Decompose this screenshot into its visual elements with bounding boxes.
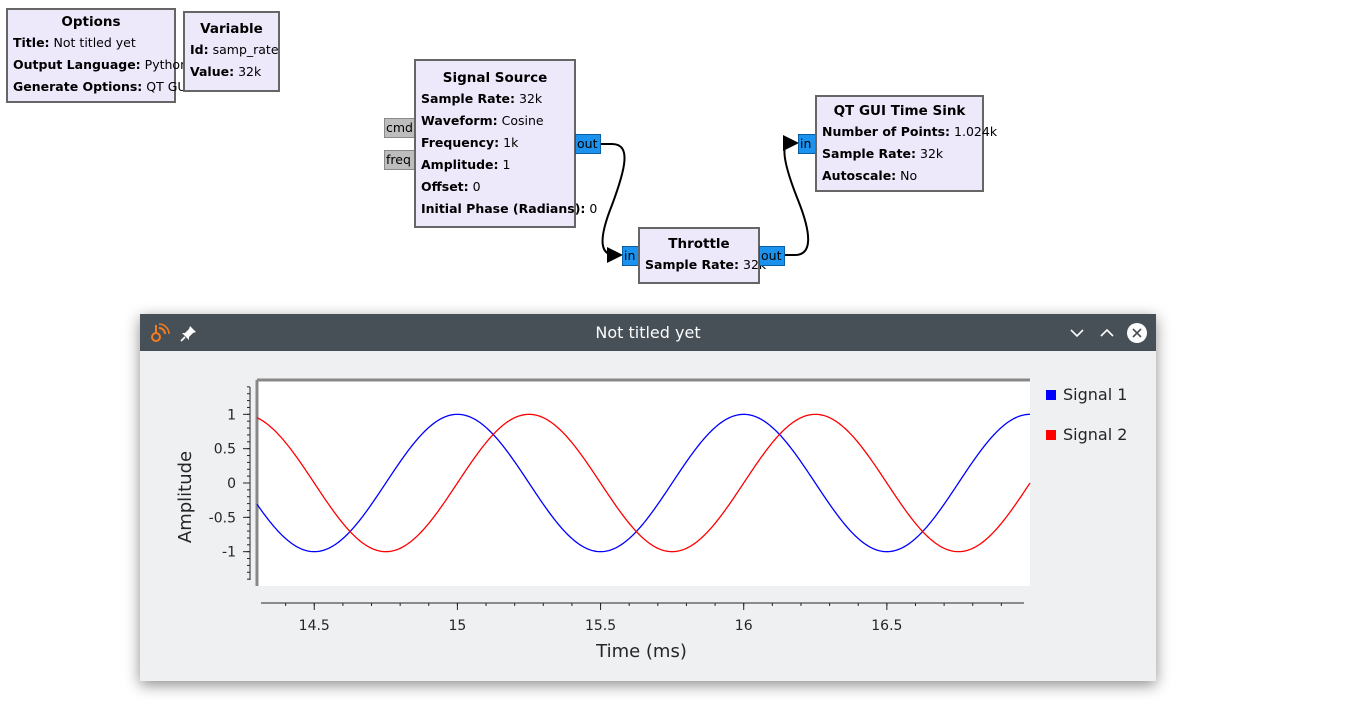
y-axis-title: Amplitude — [175, 451, 196, 543]
throttle-title: Throttle — [668, 236, 730, 252]
x-tick-label: 16 — [735, 618, 753, 634]
options-block-title: Options — [61, 14, 121, 30]
options-language-row: Output Language: Python — [13, 57, 189, 72]
throttle-out-port[interactable]: out — [759, 246, 785, 266]
signal-source-row: Frequency: 1k — [421, 135, 519, 150]
close-icon[interactable] — [1126, 322, 1148, 344]
signal-source-freq-port[interactable]: freq — [384, 150, 415, 170]
signal-source-row: Initial Phase (Radians): 0 — [421, 201, 598, 216]
signal-source-out-port[interactable]: out — [575, 134, 601, 154]
signal-source-block[interactable]: Signal Source Sample Rate: 32k Waveform:… — [414, 59, 598, 228]
legend-label-signal-1: Signal 1 — [1063, 385, 1128, 404]
signal-source-title: Signal Source — [442, 70, 548, 86]
signal-source-row: Waveform: Cosine — [421, 113, 544, 128]
options-title-row: Title: Not titled yet — [13, 35, 136, 50]
options-generate-row: Generate Options: QT GUI — [13, 79, 191, 94]
plot-canvas[interactable] — [257, 380, 1030, 586]
throttle-rate-row: Sample Rate: 32k — [645, 257, 767, 272]
signal-source-row: Amplitude: 1 — [421, 157, 511, 172]
time-sink-row: Sample Rate: 32k — [822, 146, 944, 161]
throttle-block[interactable]: Throttle Sample Rate: 32k — [638, 227, 767, 284]
x-tick-label: 14.5 — [299, 618, 330, 634]
time-sink-row: Autoscale: No — [822, 168, 918, 183]
connection-source-to-throttle[interactable] — [600, 143, 626, 263]
time-sink-block[interactable]: QT GUI Time Sink Number of Points: 1.024… — [815, 95, 998, 192]
window-titlebar[interactable]: Not titled yet — [140, 314, 1156, 351]
connection-throttle-to-sink[interactable] — [783, 135, 810, 256]
x-tick-label: 15 — [448, 618, 466, 634]
signal-source-row: Sample Rate: 32k — [421, 91, 543, 106]
x-tick-label: 16.5 — [871, 618, 902, 634]
y-tick-label: -1 — [222, 545, 236, 561]
legend-label-signal-2: Signal 2 — [1063, 425, 1128, 444]
signal-source-cmd-port[interactable]: cmd — [384, 118, 415, 138]
chevron-up-icon[interactable] — [1096, 322, 1118, 344]
qt-gui-window[interactable]: Not titled yet 14.5 15 15.5 16 16.5 Time (ms)… — [140, 314, 1156, 681]
variable-value-row: Value: 32k — [190, 64, 262, 79]
variable-block-title: Variable — [200, 21, 263, 37]
legend-swatch-signal-2 — [1046, 430, 1056, 440]
y-tick-label: 0.5 — [214, 442, 236, 458]
time-sink-title: QT GUI Time Sink — [833, 103, 966, 119]
y-tick-label: -0.5 — [209, 510, 236, 526]
variable-block[interactable]: Variable Id: samp_rate Value: 32k — [183, 11, 280, 92]
options-block[interactable]: Options Title: Not titled yet Output Lan… — [6, 8, 191, 103]
time-sink-plot[interactable]: 14.5 15 15.5 16 16.5 Time (ms) 1 0.5 0 -0.5 -1 Ampl… — [140, 351, 1156, 681]
signal-source-row: Offset: 0 — [421, 179, 481, 194]
variable-id-row: Id: samp_rate — [190, 42, 279, 57]
chevron-down-icon[interactable] — [1066, 322, 1088, 344]
window-title: Not titled yet — [595, 323, 701, 342]
x-tick-label: 15.5 — [585, 618, 616, 634]
y-tick-label: 1 — [227, 407, 236, 423]
y-tick-label: 0 — [227, 476, 236, 492]
time-sink-row: Number of Points: 1.024k — [822, 124, 998, 139]
x-axis-title: Time (ms) — [595, 641, 687, 662]
legend-swatch-signal-1 — [1046, 390, 1056, 400]
time-sink-in-port[interactable]: in — [798, 134, 816, 154]
